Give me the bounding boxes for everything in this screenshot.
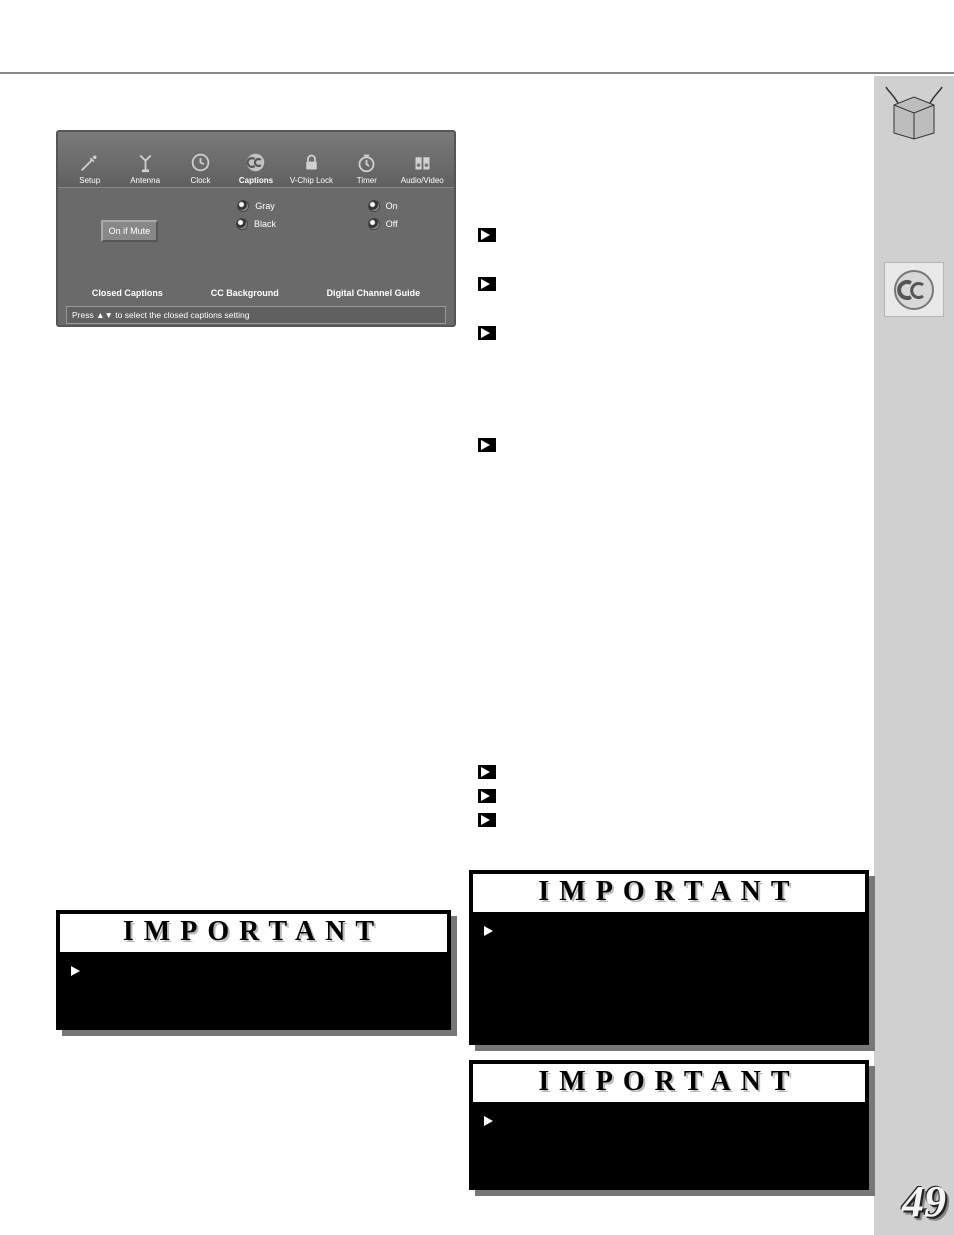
- step-arrow-icon: [478, 326, 496, 340]
- col-closed-captions: On if Mute: [66, 200, 193, 288]
- open-box-icon: [884, 85, 944, 140]
- osd-tab-bar: Setup Antenna Clock Captions V-Chip Lock…: [58, 132, 454, 188]
- radio-gray[interactable]: Gray: [237, 200, 275, 212]
- tab-label: Setup: [79, 176, 100, 185]
- page-number: 49: [902, 1176, 946, 1227]
- bullet-arrow-icon: [481, 1114, 499, 1128]
- radio-dot-icon: [368, 218, 380, 230]
- tab-timer[interactable]: Timer: [339, 150, 394, 187]
- important-body: [469, 1106, 869, 1142]
- radio-dot-icon: [236, 218, 248, 230]
- clock-icon: [189, 150, 213, 174]
- tab-captions[interactable]: Captions: [228, 150, 283, 187]
- step-arrow-icon: [478, 438, 496, 452]
- radio-label: Black: [254, 219, 276, 229]
- osd-body: On if Mute Gray Black On Off: [58, 188, 454, 288]
- step-arrow-icon: [478, 765, 496, 779]
- osd-column-labels: Closed Captions CC Background Digital Ch…: [58, 288, 454, 302]
- col-label-cc: Closed Captions: [92, 288, 163, 298]
- horizontal-rule: [0, 72, 954, 74]
- timer-icon: [355, 150, 379, 174]
- tab-vchip[interactable]: V-Chip Lock: [284, 150, 339, 187]
- bullet-arrow-icon: [68, 964, 86, 978]
- important-box-b: IMPORTANT: [469, 870, 869, 1045]
- step-arrow-icon: [478, 789, 496, 803]
- step-arrow-icon: [478, 813, 496, 827]
- radio-off[interactable]: Off: [368, 218, 398, 230]
- important-title: IMPORTANT: [469, 870, 869, 916]
- tab-label: Audio/Video: [401, 176, 444, 185]
- radio-label: On: [386, 201, 398, 211]
- closed-captions-button[interactable]: On if Mute: [101, 220, 159, 242]
- antenna-icon: [133, 150, 157, 174]
- tab-label: Captions: [239, 176, 273, 185]
- tab-setup[interactable]: Setup: [62, 150, 117, 187]
- wand-icon: [78, 150, 102, 174]
- important-body: [56, 956, 451, 992]
- radio-label: Gray: [255, 201, 275, 211]
- step-arrow-icon: [478, 228, 496, 242]
- cc-icon: [244, 150, 268, 174]
- important-title: IMPORTANT: [56, 910, 451, 956]
- tab-audiovideo[interactable]: Audio/Video: [395, 150, 450, 187]
- tab-label: Timer: [357, 176, 377, 185]
- tab-label: V-Chip Lock: [290, 176, 333, 185]
- col-label-bg: CC Background: [211, 288, 279, 298]
- osd-panel: Setup Antenna Clock Captions V-Chip Lock…: [56, 130, 456, 327]
- tab-label: Clock: [191, 176, 211, 185]
- tab-label: Antenna: [130, 176, 160, 185]
- page-sidebar: [874, 76, 954, 1235]
- radio-dot-icon: [237, 200, 249, 212]
- radio-dot-icon: [368, 200, 380, 212]
- radio-label: Off: [386, 219, 398, 229]
- important-box-a: IMPORTANT: [56, 910, 451, 1030]
- col-label-dcg: Digital Channel Guide: [327, 288, 421, 298]
- col-digital-channel-guide: On Off: [319, 200, 446, 288]
- lock-icon: [299, 150, 323, 174]
- important-title: IMPORTANT: [469, 1060, 869, 1106]
- cc-stamp-icon: [884, 262, 944, 317]
- osd-hint-bar: Press ▲▼ to select the closed captions s…: [66, 306, 446, 324]
- step-arrow-icon: [478, 277, 496, 291]
- important-box-c: IMPORTANT: [469, 1060, 869, 1190]
- tab-clock[interactable]: Clock: [173, 150, 228, 187]
- radio-on[interactable]: On: [368, 200, 398, 212]
- tab-antenna[interactable]: Antenna: [117, 150, 172, 187]
- speakers-icon: [410, 150, 434, 174]
- radio-black[interactable]: Black: [236, 218, 276, 230]
- bullet-arrow-icon: [481, 924, 499, 938]
- col-cc-background: Gray Black: [193, 200, 320, 288]
- important-body: [469, 916, 869, 952]
